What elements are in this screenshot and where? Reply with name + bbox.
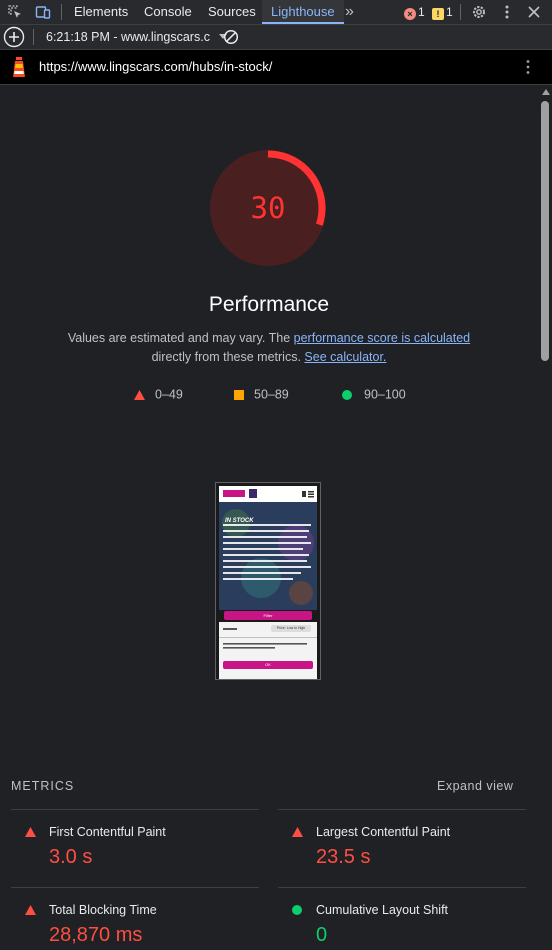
- close-devtools-icon[interactable]: [526, 4, 542, 20]
- warning-count-badge[interactable]: ! 1: [432, 4, 453, 20]
- metric-value: 0: [316, 924, 328, 946]
- scroll-up-arrow-icon[interactable]: [542, 89, 550, 95]
- device-toolbar-icon[interactable]: [35, 4, 51, 20]
- legend-fail: 0–49: [134, 387, 183, 402]
- settings-gear-icon[interactable]: [471, 4, 487, 20]
- new-report-plus-icon[interactable]: [3, 26, 25, 48]
- legend-average: 50–89: [234, 387, 289, 402]
- score-calculated-link[interactable]: performance score is calculated: [294, 331, 470, 345]
- category-description: Values are estimated and may vary. The p…: [67, 331, 471, 364]
- metric-divider: [11, 887, 259, 888]
- score-value: 30: [250, 191, 286, 225]
- metric-largest-contentful-paint: Largest Contentful Paint 23.5 s: [292, 825, 532, 868]
- more-tabs-button[interactable]: »: [345, 0, 354, 24]
- fail-triangle-icon: [25, 827, 36, 837]
- legend-pass: 90–100: [342, 387, 406, 402]
- fail-triangle-icon: [134, 389, 145, 400]
- screenshot-ok-button: OK: [265, 662, 271, 667]
- lighthouse-logo-icon: [13, 57, 25, 77]
- metric-title: Largest Contentful Paint: [316, 825, 451, 839]
- metric-title: Total Blocking Time: [49, 903, 157, 917]
- report-url-bar: https://www.lingscars.com/hubs/in-stock/: [0, 50, 552, 85]
- category-title: Performance: [208, 293, 330, 316]
- screenshot-sort-select: Price: Low to High: [276, 626, 306, 630]
- report-select-value: 6:21:18 PM - www.lingscars.c: [46, 30, 210, 44]
- metric-value: 28,870 ms: [49, 924, 143, 946]
- scrollbar-thumb[interactable]: [541, 101, 549, 361]
- metric-value: 23.5 s: [316, 846, 371, 868]
- tab-sources[interactable]: Sources: [208, 0, 256, 24]
- metric-divider: [278, 887, 526, 888]
- performance-score-gauge: 30: [208, 148, 328, 268]
- metric-cumulative-layout-shift: Cumulative Layout Shift 0: [292, 903, 532, 946]
- average-square-icon: [234, 389, 244, 400]
- screenshot-filter-button: Filter: [263, 613, 273, 618]
- inspect-element-icon[interactable]: [7, 4, 23, 20]
- screenshot-heading: IN STOCK: [225, 518, 254, 524]
- see-calculator-link[interactable]: See calculator.: [304, 350, 386, 364]
- fail-triangle-icon: [292, 827, 303, 837]
- metric-title: Cumulative Layout Shift: [316, 903, 449, 917]
- metrics-header: METRICS: [11, 779, 75, 793]
- report-select[interactable]: 6:21:18 PM - www.lingscars.c: [46, 25, 228, 49]
- more-options-icon[interactable]: [499, 4, 515, 20]
- fail-triangle-icon: [25, 905, 36, 915]
- pass-circle-icon: [292, 905, 302, 915]
- report-url[interactable]: https://www.lingscars.com/hubs/in-stock/: [39, 59, 272, 74]
- metric-divider: [278, 809, 526, 810]
- tab-lighthouse[interactable]: Lighthouse: [262, 0, 344, 24]
- metric-first-contentful-paint: First Contentful Paint 3.0 s: [25, 825, 265, 868]
- pass-circle-icon: [342, 389, 352, 400]
- expand-view-toggle[interactable]: Expand view: [437, 779, 513, 793]
- report-scrollbar[interactable]: [539, 85, 552, 950]
- lighthouse-report: 30 Performance Values are estimated and …: [0, 85, 538, 950]
- tab-elements[interactable]: Elements: [74, 0, 128, 24]
- metric-value: 3.0 s: [49, 846, 93, 868]
- clear-reports-icon[interactable]: [223, 29, 239, 45]
- devtools-tab-bar: Elements Console Sources Lighthouse » × 1…: [0, 0, 552, 25]
- page-screenshot-image: [216, 483, 320, 679]
- lighthouse-toolbar: 6:21:18 PM - www.lingscars.c: [0, 25, 552, 50]
- warning-icon: !: [432, 8, 444, 20]
- tab-console[interactable]: Console: [144, 0, 192, 24]
- metric-title: First Contentful Paint: [49, 825, 166, 839]
- final-screenshot[interactable]: IN STOCK Filter Price: Low to High OK: [215, 482, 321, 680]
- metric-total-blocking-time: Total Blocking Time 28,870 ms: [25, 903, 265, 946]
- error-icon: ×: [404, 8, 416, 20]
- report-menu-icon[interactable]: [520, 59, 536, 75]
- metric-divider: [11, 809, 259, 810]
- error-count-badge[interactable]: × 1: [404, 4, 425, 20]
